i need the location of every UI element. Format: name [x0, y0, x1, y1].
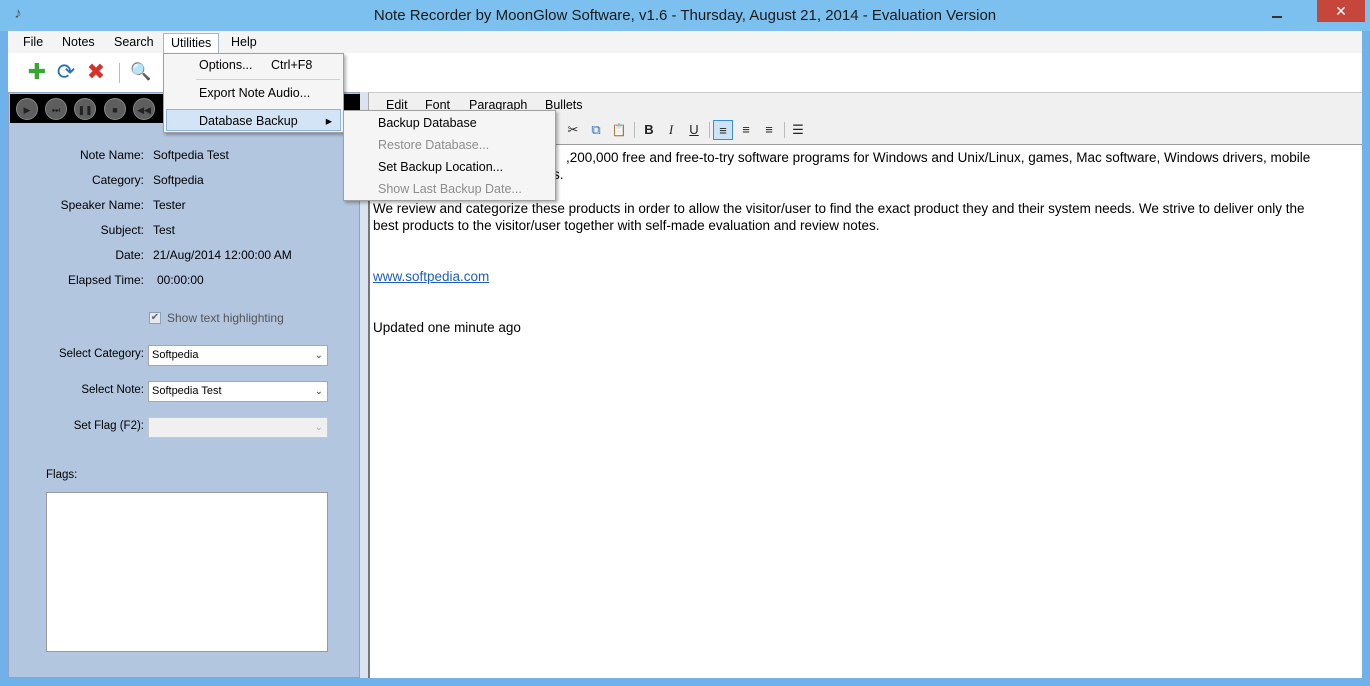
database-backup-submenu: Backup Database Restore Database... Set … [343, 110, 556, 201]
menu-item-backup-database[interactable]: Backup Database [378, 112, 548, 134]
date-value: 21/Aug/2014 12:00:00 AM [153, 248, 292, 262]
select-category-label: Select Category: [58, 348, 144, 360]
utilities-menu: Options... Ctrl+F8 Export Note Audio... … [163, 53, 344, 133]
copy-icon[interactable]: ⧉ [586, 120, 606, 140]
speaker-value: Tester [153, 198, 186, 212]
align-center-button[interactable]: ≡ [736, 120, 756, 140]
select-note-value: Softpedia Test [152, 385, 222, 397]
menu-notes[interactable]: Notes [55, 33, 102, 53]
set-flag-dropdown[interactable]: ⌄ [148, 417, 328, 438]
menu-item-restore-database: Restore Database... [378, 138, 490, 152]
search-icon[interactable]: 🔍 [128, 59, 154, 85]
italic-button[interactable]: I [661, 120, 681, 140]
date-label: Date: [115, 248, 144, 262]
menu-item-export-audio[interactable]: Export Note Audio... [199, 82, 339, 104]
editor-text-line: Updated one minute ago [373, 320, 521, 335]
select-category-dropdown[interactable]: Softpedia ⌄ [148, 345, 328, 366]
menu-item-set-backup-location[interactable]: Set Backup Location... [378, 156, 548, 178]
highlight-label: Show text highlighting [167, 311, 284, 325]
menu-file[interactable]: File [16, 33, 50, 53]
toolbar-separator [709, 122, 710, 138]
cut-icon[interactable]: ✂ [563, 120, 583, 140]
close-button[interactable]: ✕ [1317, 0, 1365, 22]
toolbar-separator [784, 122, 785, 138]
chevron-down-icon: ⌄ [314, 350, 323, 361]
database-backup-label: Database Backup [199, 114, 298, 128]
chevron-down-icon: ⌄ [314, 422, 323, 433]
chevron-right-icon: ▸ [325, 114, 332, 128]
subject-label: Subject: [100, 223, 144, 237]
set-flag-label: Set Flag (F2): [73, 420, 144, 432]
minimize-button[interactable] [1262, 3, 1292, 25]
add-icon[interactable]: ✚ [24, 59, 50, 85]
select-note-label: Select Note: [81, 384, 144, 396]
flags-list[interactable] [46, 492, 328, 652]
menu-utilities[interactable]: Utilities [163, 33, 220, 53]
align-right-button[interactable]: ≡ [759, 120, 779, 140]
options-shortcut: Ctrl+F8 [271, 58, 313, 72]
menu-item-database-backup[interactable]: Database Backup ▸ [166, 109, 341, 131]
play-icon[interactable]: ▶ [16, 98, 38, 120]
underline-button[interactable]: U [684, 120, 704, 140]
window-title: Note Recorder by MoonGlow Software, v1.6… [373, 7, 997, 24]
editor-text-line: best products to the visitor/user togeth… [373, 218, 880, 233]
menu-help[interactable]: Help [224, 33, 264, 53]
note-name-value: Softpedia Test [153, 148, 229, 162]
elapsed-label: Elapsed Time: [67, 273, 144, 287]
select-note-dropdown[interactable]: Softpedia Test ⌄ [148, 381, 328, 402]
stop-icon[interactable]: ■ [104, 98, 126, 120]
rewind-icon[interactable]: ◀◀ [133, 98, 155, 120]
bold-button[interactable]: B [639, 120, 659, 140]
category-value: Softpedia [153, 173, 204, 187]
paste-icon[interactable]: 📋 [609, 120, 629, 140]
chevron-down-icon: ⌄ [314, 386, 323, 397]
pause-icon[interactable]: ❚❚ [74, 98, 96, 120]
menu-item-show-last-backup: Show Last Backup Date... [378, 182, 522, 196]
toolbar-separator [634, 122, 635, 138]
softpedia-link[interactable]: www.softpedia.com [373, 269, 489, 284]
editor-text-line: We review and categorize these products … [373, 201, 1305, 216]
speaker-label: Speaker Name: [60, 198, 144, 212]
flags-label: Flags: [46, 469, 78, 481]
category-label: Category: [91, 173, 144, 187]
subject-value: Test [153, 223, 176, 237]
menu-separator [196, 79, 340, 80]
menu-search[interactable]: Search [107, 33, 161, 53]
note-editor[interactable]: ,200,000 free and free-to-try software p… [368, 144, 1362, 678]
align-left-button[interactable]: ≡ [713, 120, 733, 140]
note-name-label: Note Name: [79, 148, 144, 162]
refresh-icon[interactable]: ⟳ [53, 59, 79, 85]
bullets-button[interactable]: ☰ [788, 120, 808, 140]
select-category-value: Softpedia [152, 349, 199, 361]
delete-icon[interactable]: ✖ [83, 59, 109, 85]
next-icon[interactable]: ⏭ [45, 98, 67, 120]
toolbar-separator [119, 63, 120, 83]
elapsed-value: 00:00:00 [157, 273, 204, 287]
menu-bar: File Notes Search Utilities Help [8, 31, 1362, 53]
highlight-checkbox[interactable]: ✔ [149, 312, 161, 324]
